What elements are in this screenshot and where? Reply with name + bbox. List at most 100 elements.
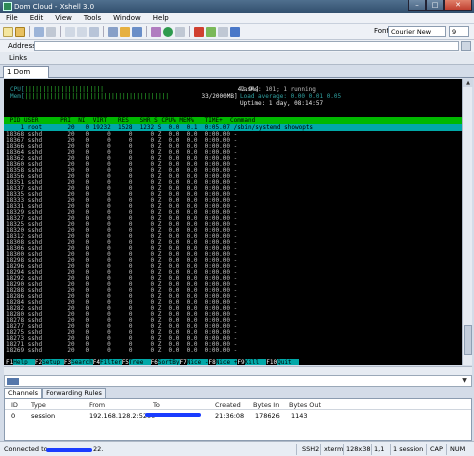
fkey-action[interactable]: Setup: [42, 359, 64, 365]
status-connected: Connected to: [4, 445, 48, 453]
menu-help[interactable]: Help: [147, 14, 175, 22]
compose-menu-icon[interactable]: [7, 378, 19, 385]
close-button[interactable]: ✕: [444, 0, 472, 11]
fkey-action[interactable]: Nice -: [186, 359, 209, 365]
fkey-action[interactable]: Kill: [244, 359, 267, 365]
fullscreen-icon[interactable]: [218, 26, 228, 37]
fkey-action[interactable]: Quit: [277, 359, 299, 365]
links-label[interactable]: Links: [9, 54, 27, 62]
maximize-button[interactable]: □: [426, 0, 444, 11]
fkey-label: F5: [121, 359, 129, 365]
session-bytes-in: 178626: [255, 412, 280, 420]
mem-label: Mem[: [10, 93, 25, 100]
disconnect-icon[interactable]: [46, 26, 56, 37]
toolbar-separator: [103, 26, 104, 37]
column-header-from[interactable]: From: [89, 401, 105, 409]
session-created: 21:36:08: [215, 412, 245, 420]
redaction-mark: [145, 413, 201, 417]
tab-forwarding-rules[interactable]: Forwarding Rules: [42, 388, 106, 398]
cpu-label: CPU[: [10, 86, 25, 93]
terminal-area[interactable]: CPU[|||||||||||||||||||||| 42.9%] Mem[||…: [4, 79, 462, 365]
status-num: NUM: [450, 445, 466, 453]
help-icon[interactable]: [230, 26, 240, 37]
menu-view[interactable]: View: [49, 14, 78, 22]
status-cursor-position: 1,1: [374, 445, 385, 453]
status-divider: [343, 444, 344, 455]
tab-dom-cloud[interactable]: 1 Dom Cloud: [3, 66, 49, 87]
status-divider: [320, 444, 321, 455]
terminal-vertical-scrollbar[interactable]: ▲: [462, 79, 473, 365]
highlight-icon[interactable]: [120, 26, 130, 37]
fkey-action[interactable]: Tree: [128, 359, 151, 365]
toolbar-separator: [189, 26, 190, 37]
fkey-action[interactable]: Filter: [100, 359, 122, 365]
mem-value: 33/2000MB]: [201, 93, 238, 100]
address-go-icon[interactable]: [461, 41, 471, 51]
title-bar: Dom Cloud - Xshell 3.0 – □ ✕: [0, 0, 474, 13]
status-protocol: SSH2: [302, 445, 320, 453]
fkey-action[interactable]: SortBy: [157, 359, 180, 365]
menu-tools[interactable]: Tools: [78, 14, 107, 22]
compose-bar[interactable]: ▼: [4, 375, 472, 387]
scroll-up-icon[interactable]: ▲: [463, 79, 473, 87]
header-divider: [5, 409, 471, 410]
terminal-horizontal-scrollbar[interactable]: [4, 366, 472, 375]
column-header-bytes-out[interactable]: Bytes Out: [289, 401, 321, 409]
stop-icon[interactable]: [194, 26, 204, 37]
column-header-type[interactable]: Type: [31, 401, 46, 409]
font-select[interactable]: Courier New: [388, 26, 446, 37]
menu-file[interactable]: File: [0, 14, 24, 22]
minimize-button[interactable]: –: [408, 0, 426, 11]
column-header-to[interactable]: To: [153, 401, 160, 409]
cpu-bar: ||||||||||||||||||||||: [24, 86, 104, 93]
reconnect-icon[interactable]: [34, 26, 44, 37]
new-session-icon[interactable]: [3, 26, 13, 37]
fkey-label: F6: [150, 359, 158, 365]
menu-edit[interactable]: Edit: [24, 14, 50, 22]
mem-bar: ||||||||||||||||||||||||||||||||||||||||: [24, 93, 169, 100]
process-row[interactable]: 18269 sshd 20 0 0 0 0 Z 0.0 0.0 0:00.00 …: [6, 347, 237, 354]
script-icon[interactable]: [175, 26, 185, 37]
properties-icon[interactable]: [108, 26, 118, 37]
copy-icon[interactable]: [65, 26, 75, 37]
channels-table: ID Type From To Created Bytes In Bytes O…: [4, 398, 472, 441]
fkey-label: F8: [208, 359, 216, 365]
column-header-created[interactable]: Created: [215, 401, 241, 409]
fkey-action[interactable]: Help: [13, 359, 35, 365]
status-bar: Connected to 22. SSH2 xterm 128x38 1,1 1…: [0, 441, 474, 456]
scrollbar-thumb[interactable]: [464, 325, 472, 355]
menu-window[interactable]: Window: [107, 14, 147, 22]
links-bar: Links: [0, 52, 474, 65]
font-size-select[interactable]: 9: [449, 26, 469, 37]
load-average-line: Load average: 0.00 0.01 0.05: [240, 93, 342, 100]
window-title: Dom Cloud - Xshell 3.0: [14, 2, 95, 11]
address-input[interactable]: [34, 41, 459, 51]
session-id: 0: [11, 412, 16, 420]
fkey-action[interactable]: Search: [71, 359, 93, 365]
status-divider: [426, 444, 427, 455]
fkey-action[interactable]: Nice +: [215, 359, 238, 365]
status-caps: CAP: [430, 445, 443, 453]
selected-process-row[interactable]: 1 root 20 0 19232 1528 1232 S 0.0 0.1 0:…: [4, 124, 462, 131]
column-header-id[interactable]: ID: [11, 401, 18, 409]
paste-icon[interactable]: [77, 26, 87, 37]
open-folder-icon[interactable]: [15, 26, 25, 37]
font-icon[interactable]: [132, 26, 142, 37]
session-bytes-out: 1143: [291, 412, 308, 420]
status-session-count: 1 session: [393, 445, 424, 453]
chevron-down-icon[interactable]: ▼: [460, 377, 469, 386]
tasks-line: Tasks: 101; 1 running: [240, 86, 316, 93]
window-controls: – □ ✕: [408, 0, 472, 12]
tab-channels[interactable]: Channels: [4, 388, 43, 398]
fkey-label: F7: [179, 359, 187, 365]
transfer-icon[interactable]: [151, 26, 161, 37]
find-icon[interactable]: [89, 26, 99, 37]
column-header-bytes-in[interactable]: Bytes In: [253, 401, 279, 409]
font-label: Font: [374, 27, 390, 35]
compose-icon[interactable]: [206, 26, 216, 37]
status-divider: [390, 444, 391, 455]
redaction-mark: [46, 448, 92, 452]
xshell-app-icon: [3, 2, 12, 11]
globe-icon[interactable]: [163, 26, 173, 37]
status-terminal-size: 128x38: [346, 445, 371, 453]
